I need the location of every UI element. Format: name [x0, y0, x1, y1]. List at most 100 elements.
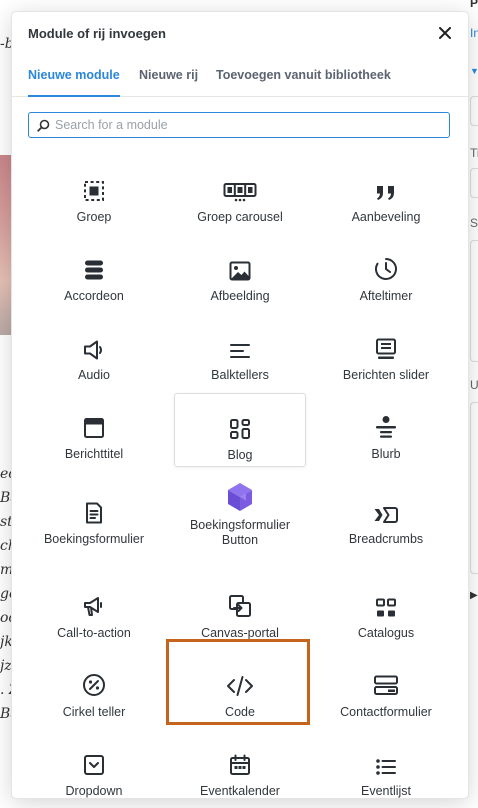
- modal-title: Module of rij invoegen: [28, 26, 166, 41]
- module-tile-call-to-action[interactable]: Call-to-action: [28, 578, 160, 650]
- module-tile-groep-carousel[interactable]: Groep carousel: [174, 162, 306, 234]
- background-text-fragment: jz: [0, 658, 12, 674]
- tab-new-module[interactable]: Nieuwe module: [28, 56, 120, 97]
- search-box: [28, 112, 450, 138]
- module-label: Balktellers: [211, 368, 269, 382]
- module-label: Eventlijst: [360, 784, 412, 798]
- module-label: Accordeon: [64, 289, 124, 303]
- background-text-fragment: ec: [0, 466, 12, 482]
- module-tile-eventlijst[interactable]: Eventlijst: [320, 736, 452, 798]
- module-tile-code[interactable]: Code: [174, 657, 306, 729]
- background-text-fragment: jk: [0, 634, 12, 650]
- background-panel-label: Sa: [470, 216, 478, 230]
- background-panel-caret: ▼: [470, 66, 478, 76]
- close-button[interactable]: [432, 20, 458, 46]
- background-panel-label: U: [470, 378, 478, 392]
- module-label: Eventkalender: [200, 784, 280, 798]
- background-text-fragment: st: [0, 514, 12, 530]
- background-text-fragment: ge: [0, 586, 12, 602]
- circle-counter-icon: [83, 674, 105, 696]
- module-tile-aanbeveling[interactable]: Aanbeveling: [320, 162, 452, 234]
- module-tile-boekingsformulier-button[interactable]: Boekingsformulier Button: [174, 476, 306, 566]
- module-label: Groep carousel: [197, 210, 283, 224]
- module-label: Cirkel teller: [62, 705, 126, 719]
- module-tile-balktellers[interactable]: Balktellers: [174, 320, 306, 392]
- search-input[interactable]: [55, 115, 435, 135]
- module-tile-dropdown[interactable]: Dropdown: [28, 736, 160, 798]
- module-tile-accordeon[interactable]: Accordeon: [28, 241, 160, 313]
- module-tile-breadcrumbs[interactable]: Breadcrumbs: [320, 484, 452, 556]
- code-icon: [227, 676, 253, 696]
- module-tile-groep[interactable]: Groep: [28, 162, 160, 234]
- calendar-icon: [230, 754, 250, 775]
- module-label: Code: [225, 705, 255, 719]
- quote-icon: [377, 186, 394, 200]
- megaphone-icon: [84, 597, 102, 616]
- group-carousel-icon: [223, 183, 257, 202]
- background-panel-field: [470, 402, 478, 574]
- close-icon: [439, 27, 451, 39]
- booking-button-icon: [228, 483, 252, 511]
- background-text-fragment: Ba: [0, 490, 12, 506]
- module-tile-canvas-portal[interactable]: Canvas-portal: [174, 578, 306, 650]
- background-panel-field: [470, 240, 478, 362]
- module-label: Berichttitel: [64, 447, 124, 461]
- module-label: Dropdown: [65, 784, 123, 798]
- background-panel-tab: In: [470, 26, 478, 40]
- background-text-fragment: m: [0, 562, 12, 578]
- blog-icon: [230, 419, 250, 439]
- module-tile-audio[interactable]: Audio: [28, 320, 160, 392]
- module-label: Breadcrumbs: [348, 532, 424, 546]
- module-tile-catalogus[interactable]: Catalogus: [320, 578, 452, 650]
- background-panel-field: [470, 96, 478, 126]
- module-tile-cirkel-teller[interactable]: Cirkel teller: [28, 657, 160, 729]
- background-text-fragment: Ba: [0, 706, 12, 722]
- speaker-icon: [84, 340, 102, 360]
- module-label: Groep: [76, 210, 112, 224]
- module-tile-blurb[interactable]: Blurb: [320, 399, 452, 471]
- background-text-fragment: -b: [0, 36, 12, 52]
- module-tile-afteltimer[interactable]: Afteltimer: [320, 241, 452, 313]
- post-slider-icon: [376, 338, 396, 359]
- module-tile-berichten-slider[interactable]: Berichten slider: [320, 320, 452, 392]
- accordion-icon: [85, 260, 103, 280]
- module-label: Berichten slider: [342, 368, 430, 382]
- background-panel-label: Ti: [470, 146, 478, 160]
- search-icon: [37, 119, 50, 132]
- clock-icon: [374, 258, 397, 280]
- bar-counters-icon: [230, 344, 250, 358]
- module-label: Audio: [78, 368, 110, 382]
- module-tile-contactformulier[interactable]: Contactformulier: [320, 657, 452, 729]
- module-label: Blurb: [371, 447, 401, 461]
- group-icon: [84, 181, 104, 201]
- canvas-portal-icon: [229, 595, 251, 617]
- background-photo: [0, 155, 12, 335]
- tab-new-row[interactable]: Nieuwe rij: [139, 56, 198, 95]
- module-label: Blog: [227, 448, 253, 462]
- module-tile-blog[interactable]: Blog: [174, 393, 306, 467]
- module-tile-afbeelding[interactable]: Afbeelding: [174, 241, 306, 313]
- module-tile-boekingsformulier[interactable]: Boekingsformulier: [28, 484, 160, 556]
- breadcrumbs-icon: [374, 507, 398, 523]
- background-panel-field: [470, 168, 478, 198]
- module-label: Aanbeveling: [351, 210, 421, 224]
- background-text-fragment: ch: [0, 538, 12, 554]
- module-label: Boekingsformulier: [43, 532, 145, 546]
- module-label: Catalogus: [357, 626, 415, 640]
- module-label: Contactformulier: [340, 705, 432, 719]
- background-panel-caret: ▶: [470, 590, 478, 601]
- module-label: Canvas-portal: [201, 626, 279, 640]
- background-text-fragment: . Z: [0, 682, 12, 698]
- module-label: Afteltimer: [359, 289, 413, 303]
- module-label: Afbeelding: [210, 289, 270, 303]
- post-title-icon: [84, 418, 104, 438]
- module-label: Boekingsformulier Button: [189, 518, 291, 547]
- module-tile-eventkalender[interactable]: Eventkalender: [174, 736, 306, 798]
- tab-add-from-library[interactable]: Toevoegen vanuit bibliotheek: [216, 56, 391, 95]
- background-panel-text: P: [470, 0, 478, 10]
- insert-module-modal: Module of rij invoegen Nieuwe module Nie…: [12, 12, 468, 798]
- blurb-icon: [376, 416, 396, 438]
- modal-header: Module of rij invoegen: [12, 12, 468, 56]
- module-tile-berichttitel[interactable]: Berichttitel: [28, 399, 160, 471]
- background-text-fragment: oo: [0, 610, 12, 626]
